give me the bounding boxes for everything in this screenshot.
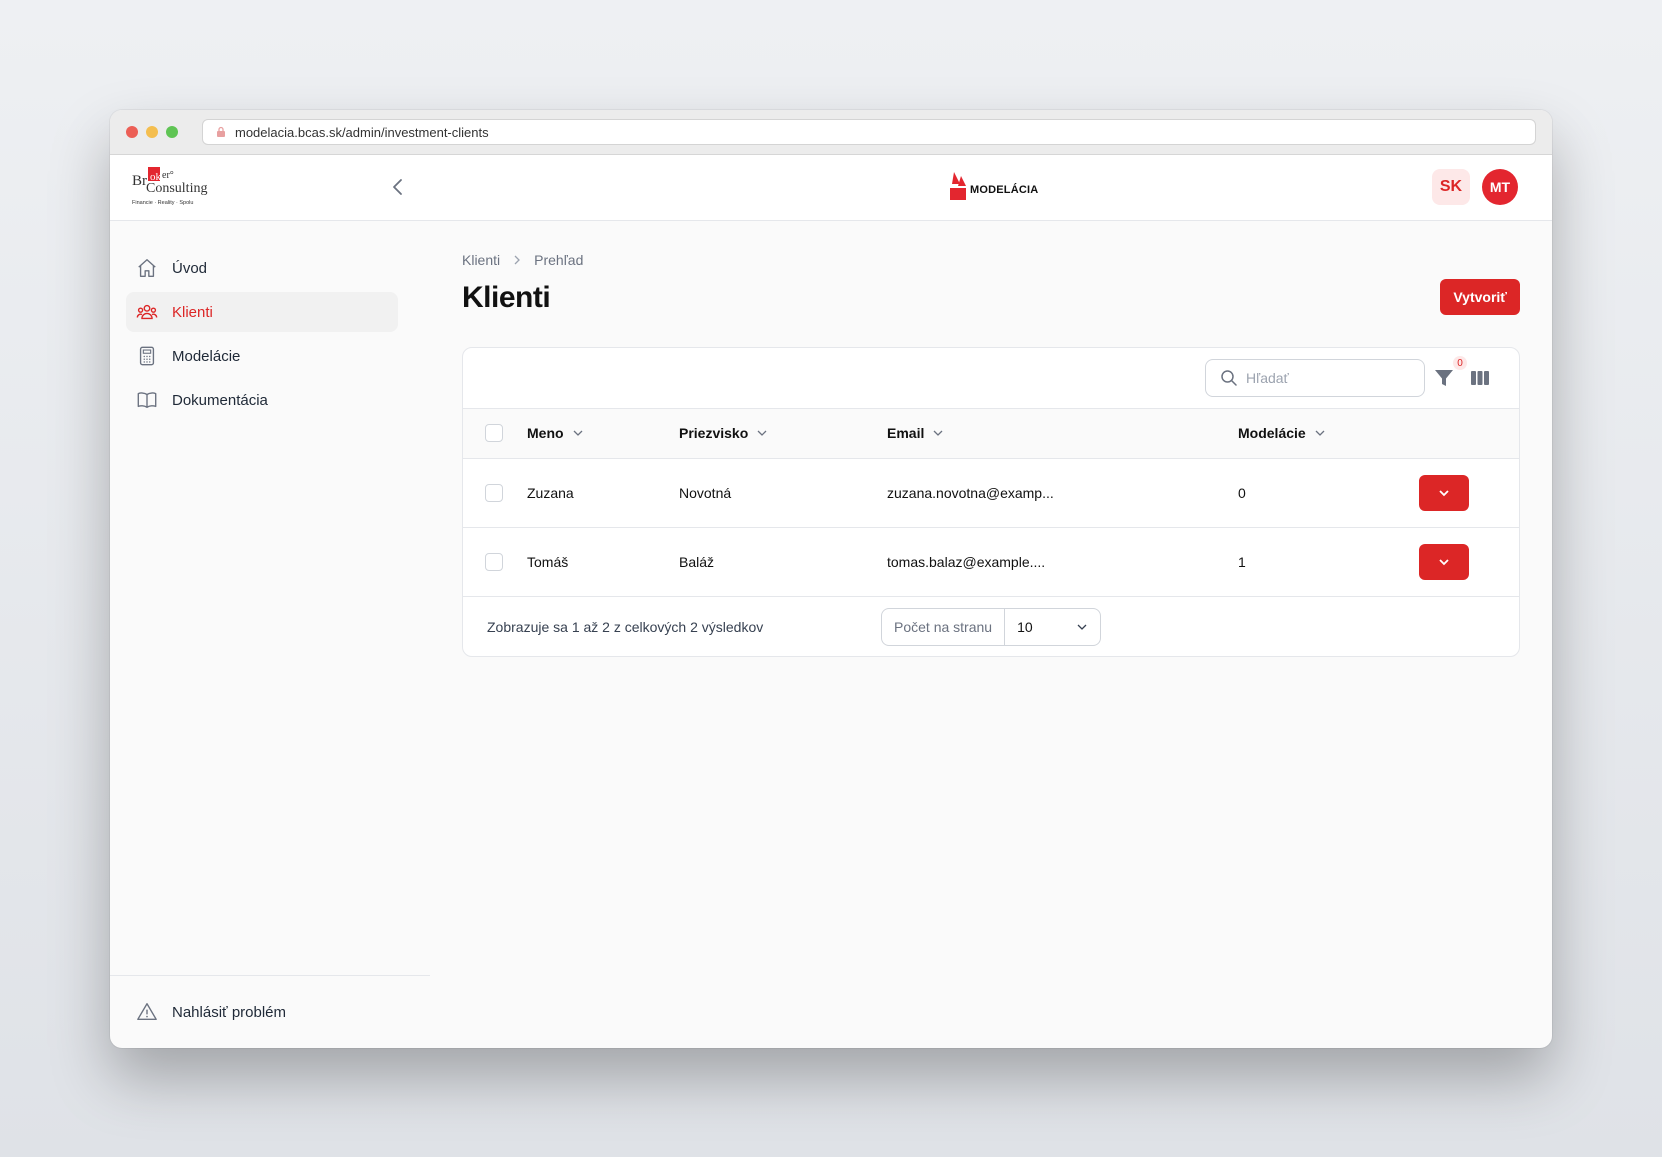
sidebar-item-label: Úvod [172, 259, 208, 277]
browser-window: modelacia.bcas.sk/admin/investment-clien… [110, 110, 1552, 1048]
row-checkbox[interactable] [485, 552, 503, 571]
filter-icon[interactable] [1433, 367, 1455, 389]
breadcrumb-item-prehlad: Prehľad [534, 252, 584, 268]
users-icon [136, 304, 158, 320]
search-icon [1221, 370, 1237, 386]
sidebar: Úvod Klienti Modelácie Dokumentácia Nahl… [110, 221, 430, 1048]
user-avatar[interactable]: MT [1482, 169, 1518, 205]
warning-icon [137, 1003, 157, 1021]
clients-table-card: 0 Meno [462, 347, 1520, 657]
column-header-label: Meno [527, 425, 564, 442]
home-icon [138, 259, 156, 277]
sidebar-item-label: Modelácie [172, 347, 241, 365]
cell-last-name: Novotná [679, 484, 732, 501]
broker-consulting-logo[interactable]: Br ok er° Consulting Financie · Reality … [132, 165, 216, 209]
book-icon [137, 392, 157, 409]
address-bar[interactable]: modelacia.bcas.sk/admin/investment-clien… [202, 119, 1536, 145]
collapse-sidebar-button[interactable] [386, 175, 410, 199]
column-header-label: Email [887, 425, 925, 442]
svg-text:Financie · Reality · Spolu: Financie · Reality · Spolu [132, 200, 193, 206]
cell-last-name: Baláž [679, 553, 715, 570]
select-all-checkbox[interactable] [485, 424, 503, 443]
app-logo-text: MODELÁCIA [970, 184, 1039, 196]
per-page-value[interactable]: 10 [1005, 619, 1100, 635]
chevron-down-icon [573, 430, 583, 437]
chevron-down-icon [1439, 558, 1449, 565]
per-page-select[interactable]: Počet na stranu 10 [881, 607, 1101, 646]
breadcrumb-item-klienti[interactable]: Klienti [462, 252, 500, 268]
create-button[interactable]: Vytvoriť [1440, 279, 1520, 315]
row-actions-button[interactable] [1419, 474, 1469, 511]
per-page-label: Počet na stranu [882, 608, 1006, 645]
table-row[interactable]: Zuzana Novotná zuzana.novotna@examp... 0 [463, 458, 1519, 527]
column-header-meno[interactable]: Meno [527, 425, 584, 441]
chevron-down-icon [1077, 624, 1087, 630]
chevron-right-icon [514, 255, 521, 265]
top-bar: Br ok er° Consulting Financie · Reality … [110, 155, 1552, 221]
table-header-row: Meno Priezvisko Email Modelácie [463, 409, 1519, 458]
sidebar-item-klienti[interactable]: Klienti [126, 292, 398, 332]
table-toolbar: 0 [463, 348, 1519, 409]
chevron-down-icon [1439, 489, 1449, 496]
chevron-down-icon [757, 430, 767, 437]
chevron-down-icon [1315, 430, 1325, 437]
row-checkbox[interactable] [485, 483, 503, 502]
svg-text:Br: Br [132, 173, 147, 189]
svg-text:er°: er° [162, 170, 174, 181]
modelacia-logo-icon [950, 172, 966, 200]
column-header-label: Priezvisko [679, 425, 749, 442]
page-title: Klienti [462, 281, 551, 314]
columns-icon[interactable] [1469, 367, 1491, 389]
column-header-priezvisko[interactable]: Priezvisko [679, 425, 768, 441]
report-problem-link[interactable]: Nahlásiť problém [110, 975, 430, 1048]
breadcrumb: Klienti Prehľad [462, 252, 583, 268]
language-switcher-button[interactable]: SK [1432, 169, 1470, 205]
sidebar-item-modelacie[interactable]: Modelácie [126, 336, 398, 376]
minimize-window-button[interactable] [146, 126, 158, 138]
browser-chrome: modelacia.bcas.sk/admin/investment-clien… [110, 110, 1552, 155]
cell-first-name: Tomáš [527, 553, 569, 570]
search-input[interactable] [1246, 370, 1406, 386]
pagination-summary: Zobrazuje sa 1 až 2 z celkových 2 výsled… [487, 618, 764, 635]
app-logo[interactable]: MODELÁCIA [948, 170, 1038, 200]
svg-text:Consulting: Consulting [146, 181, 207, 196]
sidebar-item-label: Klienti [172, 303, 213, 321]
cell-modelacie-count: 1 [1238, 553, 1246, 570]
search-box [1205, 359, 1425, 397]
maximize-window-button[interactable] [166, 126, 178, 138]
table-row[interactable]: Tomáš Baláž tomas.balaz@example.... 1 [463, 527, 1519, 596]
sidebar-nav: Úvod Klienti Modelácie Dokumentácia [126, 248, 398, 424]
cell-email: zuzana.novotna@examp... [887, 484, 1054, 501]
cell-modelacie-count: 0 [1238, 484, 1246, 501]
filter-count-badge: 0 [1453, 356, 1467, 370]
clients-table: Meno Priezvisko Email Modelácie Zuzana N… [463, 409, 1519, 597]
pagination: Zobrazuje sa 1 až 2 z celkových 2 výsled… [463, 597, 1519, 657]
sidebar-item-dokumentacia[interactable]: Dokumentácia [126, 380, 398, 420]
report-problem-label: Nahlásiť problém [172, 1003, 287, 1021]
column-header-modelacie[interactable]: Modelácie [1238, 425, 1326, 441]
url-text: modelacia.bcas.sk/admin/investment-clien… [235, 124, 489, 140]
sidebar-item-uvod[interactable]: Úvod [126, 248, 398, 288]
chevron-down-icon [933, 430, 943, 437]
cell-first-name: Zuzana [527, 484, 574, 501]
sidebar-item-label: Dokumentácia [172, 391, 268, 409]
close-window-button[interactable] [126, 126, 138, 138]
per-page-selected: 10 [1017, 618, 1033, 635]
column-header-email[interactable]: Email [887, 425, 944, 441]
lock-icon [217, 126, 225, 137]
calculator-icon [139, 346, 155, 366]
cell-email: tomas.balaz@example.... [887, 553, 1046, 570]
row-actions-button[interactable] [1419, 543, 1469, 580]
column-header-label: Modelácie [1238, 425, 1306, 442]
